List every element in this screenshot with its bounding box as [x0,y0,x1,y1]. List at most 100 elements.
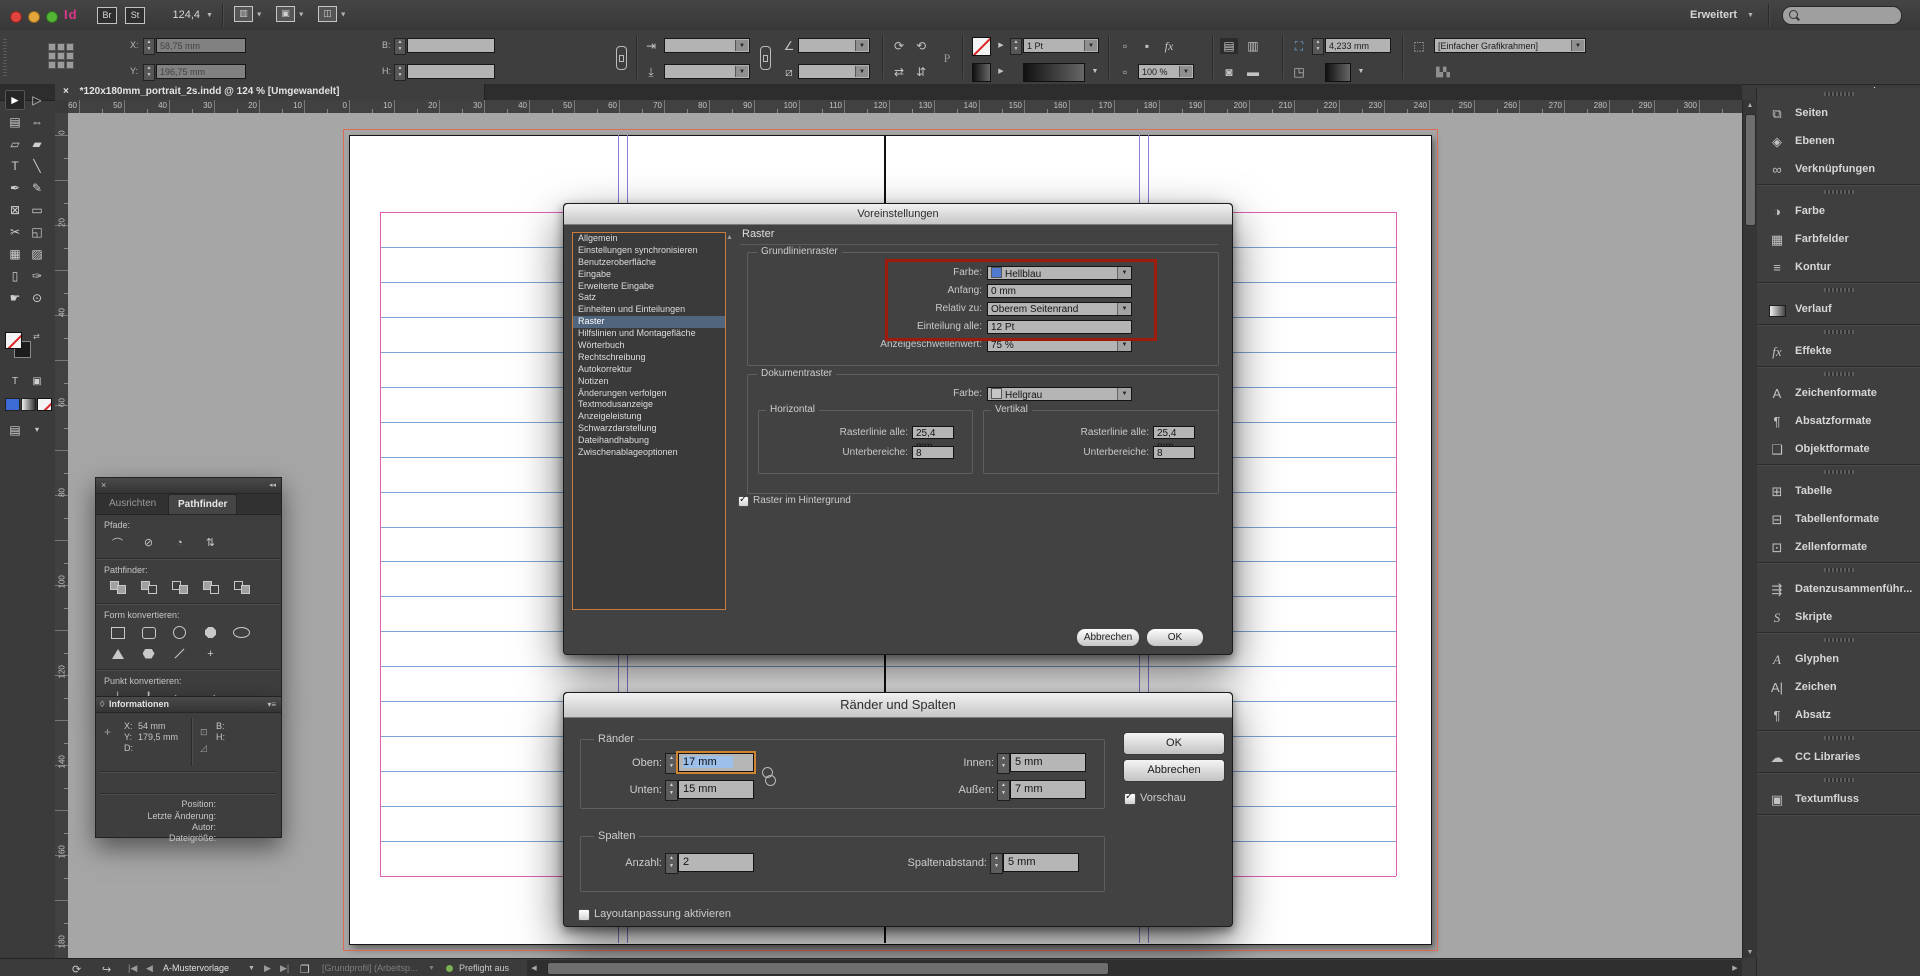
fill-none-swatch[interactable] [5,332,22,349]
dock-item-seiten[interactable]: ⧉Seiten [1757,100,1920,128]
preferences-list-item[interactable]: Allgemein [573,233,725,245]
rectangle-tool[interactable]: ▭ [27,200,47,220]
bridge-button[interactable]: Br [97,7,117,24]
dock-item-cc-libraries[interactable]: ☁CC Libraries [1757,744,1920,772]
convert-rectangle-icon[interactable] [102,622,133,643]
formatting-affects-container-button[interactable]: ▣ [27,372,47,392]
content-collector-tool[interactable]: ▱ [5,134,25,154]
preferences-list-item[interactable]: Einheiten und Einteilungen [573,304,725,316]
unten-stepper[interactable]: ▲▼ [665,780,678,801]
preferences-list-item[interactable]: Benutzeroberfläche [573,257,725,269]
voreinstellungen-dialog-titlebar[interactable]: Voreinstellungen [564,204,1232,225]
preferences-list-item[interactable]: Rechtschreibung [573,352,725,364]
pathfinder-add-icon[interactable] [102,577,133,598]
last-page-button[interactable]: ▶| [280,963,289,974]
normal-view-mode-button[interactable]: ▤ [5,420,25,440]
dock-item-effekte[interactable]: fxEffekte [1757,338,1920,366]
pen-tool[interactable]: ✒ [5,178,25,198]
dock-item-kontur[interactable]: ≡Kontur [1757,254,1920,282]
dokumentraster-farbe-dropdown[interactable]: Hellgrau▼ [987,387,1132,401]
dock-item-datenzusammenfuehrung[interactable]: ⇶Datenzusammenführ... [1757,576,1920,604]
convert-circle-icon[interactable] [164,622,195,643]
panel-grip[interactable] [1824,470,1854,474]
spaltenabstand-stepper[interactable]: ▲▼ [990,853,1003,874]
dock-item-absatz[interactable]: ¶Absatz [1757,702,1920,730]
convert-ellipse-icon[interactable] [226,622,257,643]
document-tab[interactable]: × *120x180mm_portrait_2s.indd @ 124 % [U… [55,84,485,100]
scroll-up-arrow[interactable]: ▲ [1743,102,1757,109]
spaltenabstand-field[interactable]: 5 mm [1003,853,1079,872]
gap-tool[interactable]: ⇔ [27,112,47,132]
y-position-field[interactable]: 196,75 mm [156,64,246,79]
preferences-list-item[interactable]: Einstellungen synchronisieren [573,245,725,257]
frame-fitting-icon[interactable]: ⛶ [1290,38,1308,54]
ok-button[interactable]: OK [1123,732,1225,755]
type-tool[interactable]: T [5,156,25,176]
convert-line-icon[interactable] [164,643,195,664]
preflight-status-text[interactable]: Preflight aus [459,963,509,973]
panel-grip[interactable] [1824,736,1854,740]
informationen-panel-header[interactable]: ◊ Informationen ▾≡ [96,697,281,713]
horizontal-scroll-thumb[interactable] [547,962,1109,975]
constrain-proportions-link-icon[interactable] [616,46,627,70]
dock-item-zellenformate[interactable]: ⊡Zellenformate [1757,534,1920,562]
corner-shape-swatch[interactable] [1325,63,1351,82]
corner-radius-stepper[interactable]: ▲▼ [1312,38,1324,55]
wrap-bounding-box-button[interactable]: ▥ [1244,38,1262,54]
minimize-window-button[interactable] [28,11,40,23]
workspace-switcher[interactable]: Erweitert [1690,9,1737,21]
dock-item-tabelle[interactable]: ⊞Tabelle [1757,478,1920,506]
rotation-angle-dropdown[interactable]: ▼ [798,38,870,53]
content-placer-tool[interactable]: ▰ [27,134,47,154]
apply-color-button[interactable] [5,398,20,411]
vertical-scrollbar[interactable]: ▲ ▼ [1742,100,1757,958]
corner-shape-arrow[interactable]: ▼ [1352,64,1370,80]
stroke-type-arrow[interactable]: ▼ [1086,64,1104,80]
dock-item-skripte[interactable]: SSkripte [1757,604,1920,632]
panel-grip[interactable] [1824,568,1854,572]
dock-item-textumfluss[interactable]: ▣Textumfluss [1757,786,1920,814]
horizontal-scrollbar[interactable]: ◀ ▶ [527,960,1742,976]
stroke-type-swatch[interactable] [1023,63,1085,82]
page-select-arrow[interactable]: ▼ [248,965,255,972]
flip-horizontal-button[interactable]: ⇄ [890,64,908,80]
dock-item-tabellenformate[interactable]: ⊟Tabellenformate [1757,506,1920,534]
aussen-field[interactable]: 7 mm [1010,780,1086,799]
preferences-list-item[interactable]: Änderungen verfolgen [573,388,725,400]
ok-button[interactable]: OK [1146,628,1204,647]
note-tool[interactable]: ▯ [5,266,25,286]
previous-page-button[interactable]: ◀ [146,963,153,974]
preflight-profile-dropdown[interactable]: [Grundprofil] (Arbeitsp... [322,963,418,973]
dock-item-zeichenformate[interactable]: AZeichenformate [1757,380,1920,408]
preferences-list-item[interactable]: Notizen [573,376,725,388]
cancel-button[interactable]: Abbrechen [1123,759,1225,782]
raender-dialog-titlebar[interactable]: Ränder und Spalten [564,693,1232,718]
oben-field[interactable]: 17 mm [678,753,754,772]
h-rasterlinie-field[interactable]: 25,4 mm [912,426,954,439]
scroll-left-arrow[interactable]: ◀ [527,964,541,972]
apply-gradient-button[interactable] [21,398,36,411]
preferences-list-item[interactable]: Hilfslinien und Montagefläche [573,328,725,340]
first-page-button[interactable]: |◀ [128,963,137,974]
anzahl-field[interactable]: 2 [678,853,754,872]
dock-item-glyphen[interactable]: AGlyphen [1757,646,1920,674]
scroll-down-arrow[interactable]: ▼ [1743,949,1757,956]
convert-polygon-icon[interactable] [133,643,164,664]
wrap-object-shape-button[interactable]: ◙ [1220,64,1238,80]
export-share-icon[interactable]: ↪ [102,963,111,976]
dock-item-objektformate[interactable]: ❑Objektformate [1757,436,1920,464]
oben-stepper[interactable]: ▲▼ [665,753,678,774]
height-field[interactable] [407,64,495,79]
panel-grip[interactable] [1824,92,1854,96]
vertical-scroll-thumb[interactable] [1745,114,1756,226]
line-tool[interactable]: ╲ [27,156,47,176]
document-status-icon[interactable]: ❐ [300,963,310,976]
h-unterbereiche-field[interactable]: 8 [912,446,954,459]
rotate-cw-button[interactable]: ⟳ [890,38,908,54]
wrap-none-button[interactable]: ▤ [1220,38,1238,54]
panel-grip[interactable] [1824,778,1854,782]
vorschau-checkbox[interactable] [1124,793,1136,805]
panel-grip[interactable] [1824,190,1854,194]
rotate-ccw-button[interactable]: ⟲ [912,38,930,54]
close-window-button[interactable] [10,11,22,23]
